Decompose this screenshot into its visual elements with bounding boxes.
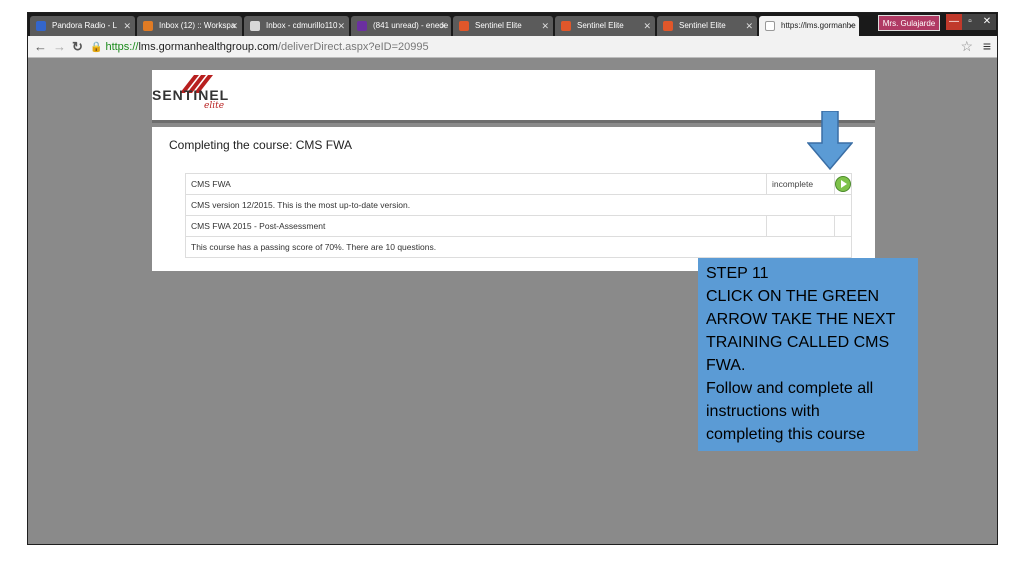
sentinel-favicon-icon [561,21,571,31]
callout-line: CLICK ON THE GREEN [706,288,880,305]
maximize-button[interactable]: ▫ [962,14,978,30]
tab-label: Sentinel Elite [679,21,726,30]
callout-line: instructions with [706,403,820,420]
launch-course-play-button[interactable] [835,176,851,192]
callout-line: Follow and complete all [706,380,874,397]
page-title: Completing the course: CMS FWA [169,138,352,152]
site-header: SENTINEL elite [152,70,875,123]
course-status-cell [766,215,835,237]
tab-sentinel-elite-1[interactable]: Sentinel Elite ✕ [453,16,553,36]
tab-gormanhealth-active[interactable]: https://lms.gormanhe ✕ [759,16,859,36]
page-favicon-icon [765,21,775,31]
close-tab-icon[interactable]: ✕ [745,16,753,36]
minimize-button[interactable]: — [946,14,962,30]
sentinel-elite-logo[interactable]: SENTINEL elite [152,73,247,118]
course-status-cell: incomplete [766,173,835,195]
down-arrow-pointer-icon [807,111,853,171]
close-tab-icon[interactable]: ✕ [337,16,345,36]
close-tab-icon[interactable]: ✕ [643,16,651,36]
close-window-button[interactable]: ✕ [978,14,996,30]
close-tab-icon[interactable]: ✕ [541,16,549,36]
mail-favicon-icon [250,21,260,31]
tab-inbox-cdmurillo[interactable]: Inbox - cdmurillo110 ✕ [244,16,349,36]
forward-arrow-icon[interactable]: → [53,38,66,55]
course-action-cell [834,173,852,195]
mail-favicon-icon [143,21,153,31]
tab-inbox-workspace[interactable]: Inbox (12) :: Workspa ✕ [137,16,242,36]
sentinel-favicon-icon [663,21,673,31]
menu-icon[interactable]: ≡ [983,38,991,55]
tab-label: Inbox (12) :: Workspa [159,21,236,30]
tab-sentinel-elite-2[interactable]: Sentinel Elite ✕ [555,16,655,36]
course-action-cell [834,215,852,237]
course-description-cell: This course has a passing score of 70%. … [185,236,852,258]
callout-line: STEP 11 [706,265,769,282]
tab-strip: Pandora Radio - L ✕ Inbox (12) :: Worksp… [28,13,997,36]
tab-label: Sentinel Elite [475,21,522,30]
yahoo-favicon-icon [357,21,367,31]
lock-icon: 🔒 [90,42,103,53]
course-table: CMS FWA incomplete CMS version 12/2015. … [185,173,852,258]
tab-unread[interactable]: (841 unread) - enede ✕ [351,16,451,36]
url-host: lms.gormanhealthgroup.com [138,41,278,53]
tab-sentinel-elite-3[interactable]: Sentinel Elite ✕ [657,16,757,36]
course-description-cell: CMS version 12/2015. This is the most up… [185,194,852,216]
instruction-callout: STEP 11 CLICK ON THE GREEN ARROW TAKE TH… [698,258,918,451]
profile-badge[interactable]: Mrs. Gulajarde [878,15,940,31]
sentinel-favicon-icon [459,21,469,31]
table-row: CMS version 12/2015. This is the most up… [185,194,852,216]
tab-label: https://lms.gormanhe [781,21,856,30]
address-bar: ← → ↻ 🔒 https://lms.gormanhealthgroup.com… [28,36,997,58]
course-name-cell: CMS FWA [185,173,767,195]
close-tab-icon[interactable]: ✕ [123,16,131,36]
callout-line: TRAINING CALLED CMS [706,334,890,351]
reload-icon[interactable]: ↻ [72,38,83,55]
tab-label: Sentinel Elite [577,21,624,30]
table-row: CMS FWA incomplete [185,173,852,195]
course-panel: Completing the course: CMS FWA CMS FWA i… [152,127,875,271]
callout-line: FWA. [706,357,746,374]
logo-subtitle: elite [204,101,225,111]
callout-line: completing this course [706,426,866,443]
pandora-favicon-icon [36,21,46,31]
tab-label: Inbox - cdmurillo110 [266,21,338,30]
close-tab-icon[interactable]: ✕ [439,16,447,36]
course-name-cell: CMS FWA 2015 - Post-Assessment [185,215,767,237]
tab-pandora[interactable]: Pandora Radio - L ✕ [30,16,135,36]
url-field[interactable]: 🔒 https://lms.gormanhealthgroup.com/deliv… [90,39,948,55]
bookmark-star-icon[interactable]: ☆ [960,38,973,55]
url-scheme: https:// [105,41,139,53]
close-tab-icon[interactable]: ✕ [230,16,238,36]
callout-line: ARROW TAKE THE NEXT [706,311,896,328]
browser-window: Pandora Radio - L ✕ Inbox (12) :: Worksp… [27,12,998,545]
close-tab-icon[interactable]: ✕ [847,16,855,36]
url-path: /deliverDirect.aspx?eID=20995 [277,41,429,53]
table-row: CMS FWA 2015 - Post-Assessment [185,215,852,237]
tab-label: Pandora Radio - L [52,21,117,30]
table-row: This course has a passing score of 70%. … [185,236,852,258]
tab-label: (841 unread) - enede [373,21,449,30]
back-arrow-icon[interactable]: ← [34,38,47,55]
